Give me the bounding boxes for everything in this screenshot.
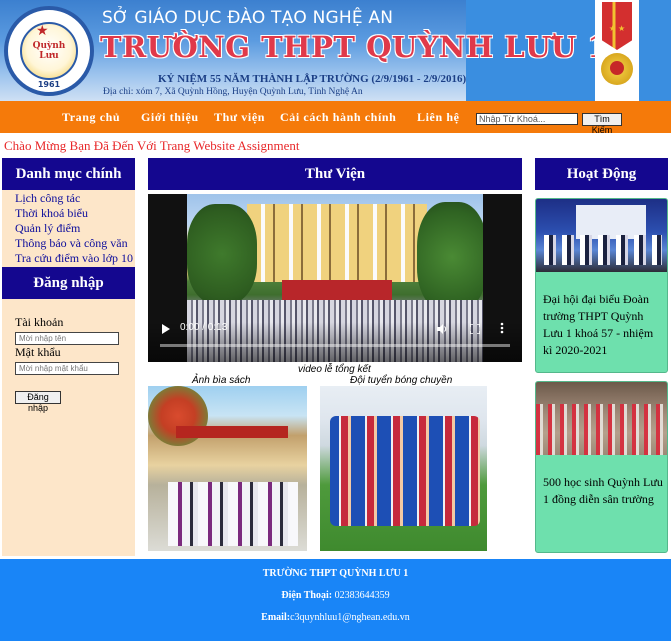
video-player[interactable] (148, 194, 522, 362)
library-title: Thư Viện (148, 158, 522, 190)
activity-card[interactable]: 500 học sinh Quỳnh Lưu 1 đồng diễn sân t… (535, 381, 668, 553)
footer-phone-label: Điện Thoại: (281, 590, 333, 601)
menu-title: Danh mục chính (2, 158, 135, 190)
left-sidebar: Danh mục chính Lịch công tác Thời khoá b… (2, 158, 135, 556)
video-caption: video lễ tổng kết (298, 364, 371, 375)
nav-about[interactable]: Giới thiệu (141, 110, 199, 125)
banner-background: ★ Quỳnh Lưu 1961 SỞ GIÁO DỤC ĐÀO TẠO NGH… (0, 0, 608, 101)
footer-phone-value: 02383644359 (334, 590, 390, 601)
logo-text: Quỳnh Lưu (32, 41, 66, 61)
activity-card[interactable]: Đại hội đại biểu Đoàn trường THPT Quỳnh … (535, 198, 668, 373)
video-progress-bar[interactable] (160, 344, 510, 347)
search-input[interactable] (476, 113, 578, 125)
activities-section: Hoạt Động Đại hội đại biểu Đoàn trường T… (535, 158, 668, 556)
nav-contact[interactable]: Liên hệ (417, 110, 460, 125)
photo-caption-cover: Ảnh bìa sách (192, 375, 251, 386)
photo-book-cover[interactable] (148, 386, 307, 551)
school-logo-icon[interactable]: ★ Quỳnh Lưu 1961 (4, 6, 94, 96)
address-text: Địa chỉ: xóm 7, Xã Quỳnh Hồng, Huyện Quỳ… (103, 87, 363, 97)
photo-caption-volleyball: Đội tuyển bóng chuyền (350, 375, 453, 386)
menu-item-timetable[interactable]: Thời khoá biểu (15, 206, 88, 221)
password-label: Mật khẩu (15, 345, 61, 359)
footer-email-label: Email: (261, 612, 291, 623)
star-icon: ★ (36, 24, 49, 39)
school-name: TRƯỜNG THPT QUỲNH LƯU 1 (100, 30, 609, 64)
footer-phone: Điện Thoại: 02383644359 (0, 590, 671, 601)
photo-volleyball-team[interactable] (320, 386, 487, 551)
username-field[interactable] (15, 332, 119, 345)
activity-title[interactable]: Đại hội đại biểu Đoàn trường THPT Quỳnh … (543, 291, 665, 359)
login-button[interactable]: Đăng nhập (15, 391, 61, 413)
menu-item-schedule[interactable]: Lịch công tác (15, 191, 80, 206)
login-title: Đăng nhập (2, 267, 135, 299)
nav-home[interactable]: Trang chủ (62, 110, 120, 125)
logo-year: 1961 (37, 80, 61, 89)
nav-library[interactable]: Thư viện (214, 110, 265, 125)
fullscreen-icon[interactable] (470, 324, 480, 334)
footer: TRƯỜNG THPT QUỲNH LƯU 1 Điện Thoại: 0238… (0, 559, 671, 641)
menu-item-grade10-lookup[interactable]: Tra cứu điểm vào lớp 10 (15, 251, 133, 266)
footer-school-name: TRƯỜNG THPT QUỲNH LƯU 1 (262, 568, 409, 579)
volume-icon[interactable] (437, 324, 447, 334)
activity-title[interactable]: 500 học sinh Quỳnh Lưu 1 đồng diễn sân t… (543, 474, 665, 508)
header-banner: ★ Quỳnh Lưu 1961 SỞ GIÁO DỤC ĐÀO TẠO NGH… (0, 0, 671, 101)
activity-image[interactable] (536, 199, 667, 272)
anniversary-text: KỶ NIỆM 55 NĂM THÀNH LẬP TRƯỜNG (2/9/196… (158, 73, 467, 85)
username-label: Tài khoản (15, 315, 64, 329)
footer-email-value[interactable]: c3quynhluu1@nghean.edu.vn (290, 612, 410, 623)
search-button[interactable]: Tìm Kiếm (582, 113, 622, 135)
medal-icon: ★ ★ (595, 0, 639, 101)
footer-email: Email:c3quynhluu1@nghean.edu.vn (0, 612, 671, 623)
play-icon[interactable] (162, 324, 170, 334)
activity-image[interactable] (536, 382, 667, 455)
library-section: Thư Viện 0:00 / 0:13 video lễ tổng kết Ả… (148, 158, 522, 556)
password-field[interactable] (15, 362, 119, 375)
more-options-icon[interactable] (500, 322, 504, 334)
menu-item-grades[interactable]: Quản lý điểm (15, 221, 80, 236)
menu-item-announcements[interactable]: Thông báo và công văn (15, 236, 128, 251)
video-time: 0:00 / 0:13 (180, 322, 228, 333)
star-icon: ★ ★ (608, 24, 626, 33)
activities-title: Hoạt Động (535, 158, 668, 190)
welcome-message: Chào Mừng Bạn Đã Đến Với Trang Website A… (4, 138, 667, 156)
department-name: SỞ GIÁO DỤC ĐÀO TẠO NGHỆ AN (102, 8, 394, 28)
nav-administration[interactable]: Cải cách hành chính (280, 110, 396, 125)
main-nav: Trang chủ Giới thiệu Thư viện Cải cách h… (0, 101, 671, 135)
